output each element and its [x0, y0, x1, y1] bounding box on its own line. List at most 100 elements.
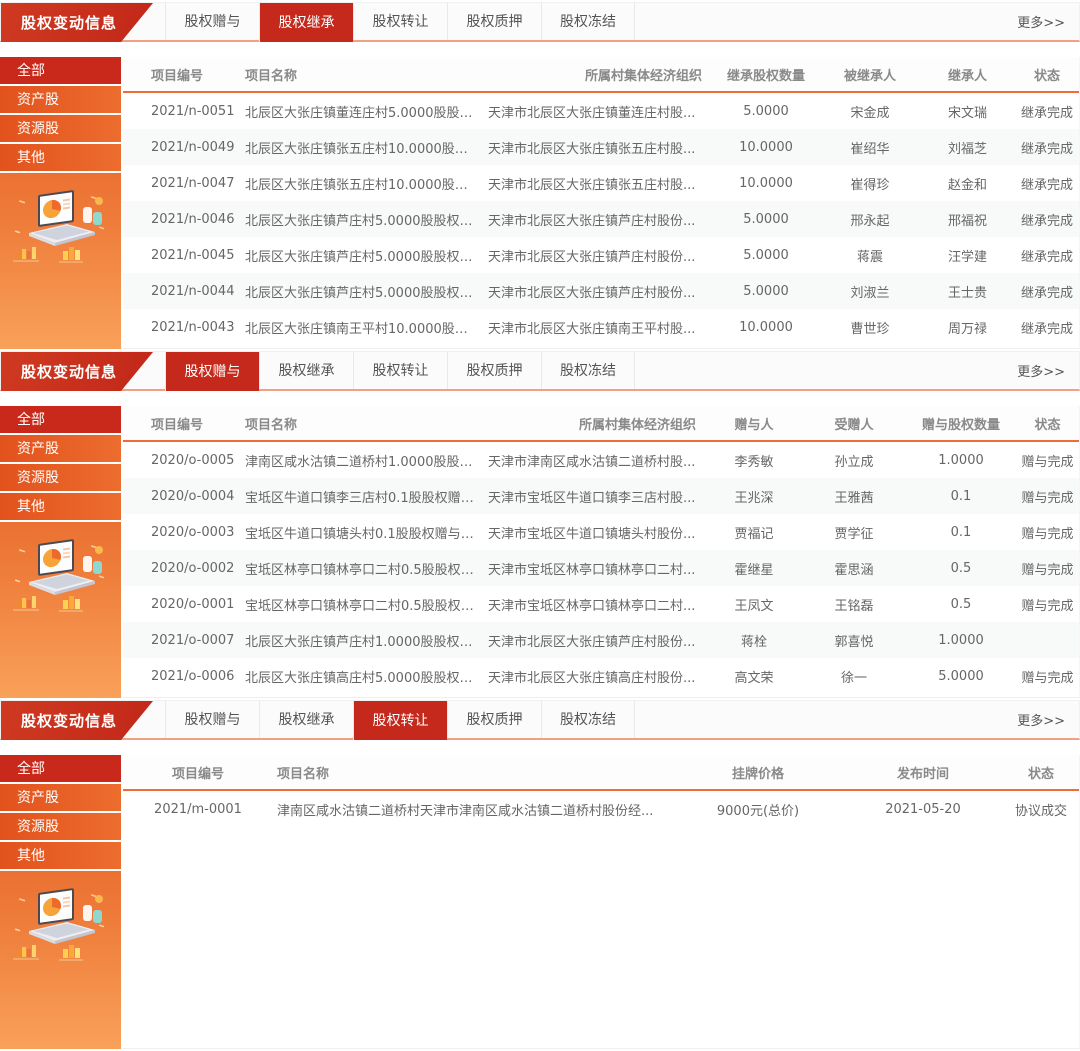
- sidebar-item-asset-shares[interactable]: 资产股: [0, 435, 121, 464]
- tab-list: 股权赠与股权继承股权转让股权质押股权冻结: [165, 701, 635, 738]
- sidebar-item-other[interactable]: 其他: [0, 144, 121, 173]
- cell: 继承完成: [1015, 318, 1079, 337]
- table-row[interactable]: 2021/o-0006北辰区大张庄镇高庄村5.0000股股权赠与...天津市北辰…: [123, 658, 1079, 694]
- tab-equity-gift[interactable]: 股权赠与: [165, 3, 259, 40]
- cell: 赠与完成: [1016, 451, 1079, 470]
- cell: 2021-05-20: [843, 802, 1003, 817]
- table-row[interactable]: 2021/o-0007北辰区大张庄镇芦庄村1.0000股股权赠与...天津市北辰…: [123, 622, 1079, 658]
- column-header: 继承人: [920, 65, 1015, 84]
- tab-equity-freeze[interactable]: 股权冻结: [541, 701, 635, 738]
- sidebar-item-all[interactable]: 全部: [0, 755, 121, 784]
- tab-equity-inheritance[interactable]: 股权继承: [259, 3, 353, 42]
- section-equity-inheritance: 股权变动信息 股权赠与股权继承股权转让股权质押股权冻结 更多>> 全部资产股资源…: [0, 2, 1080, 349]
- cell: 继承完成: [1015, 210, 1079, 229]
- cell: 北辰区大张庄镇张五庄村10.0000股股权继...: [241, 174, 484, 193]
- tab-equity-pledge[interactable]: 股权质押: [447, 352, 541, 389]
- column-header: 受赠人: [802, 414, 906, 433]
- section-content: 全部资产股资源股其他 项目编号项目: [0, 406, 1080, 698]
- cell: 王铭磊: [802, 595, 906, 614]
- cell: 2021/o-0006: [123, 669, 241, 684]
- tab-bar: 股权变动信息 股权赠与股权继承股权转让股权质押股权冻结 更多>>: [0, 2, 1080, 42]
- cell: 2021/o-0007: [123, 633, 241, 648]
- cell: 邢福祝: [920, 210, 1015, 229]
- sidebar-item-resource-shares[interactable]: 资源股: [0, 115, 121, 144]
- table-header-row: 项目编号项目名称所属村集体经济组织赠与人受赠人赠与股权数量状态: [123, 406, 1079, 442]
- section-equity-transfer: 股权变动信息 股权赠与股权继承股权转让股权质押股权冻结 更多>> 全部资产股资源…: [0, 700, 1080, 1049]
- cell: 继承完成: [1015, 282, 1079, 301]
- tab-equity-transfer[interactable]: 股权转让: [353, 352, 447, 389]
- cell: 5.0000: [712, 104, 820, 119]
- sidebar-item-resource-shares[interactable]: 资源股: [0, 464, 121, 493]
- section-ribbon: 股权变动信息: [1, 352, 153, 391]
- cell: 2021/n-0043: [123, 320, 241, 335]
- tab-equity-pledge[interactable]: 股权质押: [447, 3, 541, 40]
- sidebar-item-asset-shares[interactable]: 资产股: [0, 784, 121, 813]
- cell: 王凤文: [706, 595, 802, 614]
- sidebar-item-all[interactable]: 全部: [0, 406, 121, 435]
- cell: 2020/o-0003: [123, 525, 241, 540]
- tab-equity-transfer[interactable]: 股权转让: [353, 701, 447, 740]
- table-row[interactable]: 2021/n-0044北辰区大张庄镇芦庄村5.0000股股权继承...天津市北辰…: [123, 273, 1079, 309]
- column-header: 继承股权数量: [712, 65, 820, 84]
- more-link[interactable]: 更多>>: [1017, 361, 1079, 380]
- table-row[interactable]: 2020/o-0005津南区咸水沽镇二道桥村1.0000股股权赠...天津市津南…: [123, 442, 1079, 478]
- column-header: 被继承人: [820, 65, 920, 84]
- cell: 津南区咸水沽镇二道桥村1.0000股股权赠...: [241, 451, 484, 470]
- cell: 津南区咸水沽镇二道桥村天津市津南区咸水沽镇二道桥村股份经...: [273, 800, 673, 819]
- sidebar-item-list: 全部资产股资源股其他: [0, 406, 121, 522]
- table-row[interactable]: 2021/m-0001津南区咸水沽镇二道桥村天津市津南区咸水沽镇二道桥村股份经.…: [123, 791, 1079, 827]
- table-row[interactable]: 2021/n-0047北辰区大张庄镇张五庄村10.0000股股权继...天津市北…: [123, 165, 1079, 201]
- column-header: 项目名称: [241, 414, 484, 433]
- cell: 0.5: [906, 561, 1016, 576]
- cell: 天津市津南区咸水沽镇二道桥村股...: [484, 451, 706, 470]
- cell: 王雅茜: [802, 487, 906, 506]
- cell: 2020/o-0002: [123, 561, 241, 576]
- sidebar-item-all[interactable]: 全部: [0, 57, 121, 86]
- cell: 宋文瑞: [920, 102, 1015, 121]
- cell: 天津市宝坻区牛道口镇塘头村股份...: [484, 523, 706, 542]
- cell: 蒋震: [820, 246, 920, 265]
- cell: 北辰区大张庄镇张五庄村10.0000股股权继...: [241, 138, 484, 157]
- cell: 天津市宝坻区牛道口镇李三店村股...: [484, 487, 706, 506]
- table-row[interactable]: 2020/o-0002宝坻区林亭口镇林亭口二村0.5股股权赠与...天津市宝坻区…: [123, 550, 1079, 586]
- sidebar-item-asset-shares[interactable]: 资产股: [0, 86, 121, 115]
- tab-equity-gift[interactable]: 股权赠与: [165, 352, 259, 391]
- tab-equity-inheritance[interactable]: 股权继承: [259, 352, 353, 389]
- cell: 汪学建: [920, 246, 1015, 265]
- tab-bar: 股权变动信息 股权赠与股权继承股权转让股权质押股权冻结 更多>>: [0, 351, 1080, 391]
- cell: 郭喜悦: [802, 631, 906, 650]
- table-row[interactable]: 2020/o-0003宝坻区牛道口镇塘头村0.1股股权赠与项目天津市宝坻区牛道口…: [123, 514, 1079, 550]
- table-row[interactable]: 2021/n-0046北辰区大张庄镇芦庄村5.0000股股权继承...天津市北辰…: [123, 201, 1079, 237]
- column-header: 项目名称: [241, 65, 484, 84]
- table-row[interactable]: 2020/o-0001宝坻区林亭口镇林亭口二村0.5股股权赠与...天津市宝坻区…: [123, 586, 1079, 622]
- cell: 2021/n-0051: [123, 104, 241, 119]
- cell: 王士贵: [920, 282, 1015, 301]
- table-row[interactable]: 2021/n-0049北辰区大张庄镇张五庄村10.0000股股权继...天津市北…: [123, 129, 1079, 165]
- cell: 崔得珍: [820, 174, 920, 193]
- cell: 刘淑兰: [820, 282, 920, 301]
- sidebar-item-other[interactable]: 其他: [0, 842, 121, 871]
- cell: 天津市宝坻区林亭口镇林亭口二村...: [484, 595, 706, 614]
- table-row[interactable]: 2021/n-0051北辰区大张庄镇董连庄村5.0000股股权继...天津市北辰…: [123, 93, 1079, 129]
- cell: 天津市北辰区大张庄镇芦庄村股份...: [484, 631, 706, 650]
- table-row[interactable]: 2021/n-0043北辰区大张庄镇南王平村10.0000股股权继...天津市北…: [123, 309, 1079, 345]
- column-header: 项目名称: [273, 763, 673, 782]
- cell: 2020/o-0001: [123, 597, 241, 612]
- sidebar-item-resource-shares[interactable]: 资源股: [0, 813, 121, 842]
- cell: 北辰区大张庄镇董连庄村5.0000股股权继...: [241, 102, 484, 121]
- table-row[interactable]: 2020/o-0004宝坻区牛道口镇李三店村0.1股股权赠与项目天津市宝坻区牛道…: [123, 478, 1079, 514]
- sidebar-item-other[interactable]: 其他: [0, 493, 121, 522]
- column-header: 赠与人: [706, 414, 802, 433]
- tab-equity-pledge[interactable]: 股权质押: [447, 701, 541, 738]
- tab-equity-freeze[interactable]: 股权冻结: [541, 352, 635, 389]
- more-link[interactable]: 更多>>: [1017, 12, 1079, 31]
- more-link[interactable]: 更多>>: [1017, 710, 1079, 729]
- table-row[interactable]: 2021/n-0045北辰区大张庄镇芦庄村5.0000股股权继承...天津市北辰…: [123, 237, 1079, 273]
- tab-equity-freeze[interactable]: 股权冻结: [541, 3, 635, 40]
- tab-equity-transfer[interactable]: 股权转让: [353, 3, 447, 40]
- cell: 天津市北辰区大张庄镇董连庄村股...: [484, 102, 712, 121]
- tab-equity-gift[interactable]: 股权赠与: [165, 701, 259, 738]
- cell: 蒋栓: [706, 631, 802, 650]
- cell: 邢永起: [820, 210, 920, 229]
- tab-equity-inheritance[interactable]: 股权继承: [259, 701, 353, 738]
